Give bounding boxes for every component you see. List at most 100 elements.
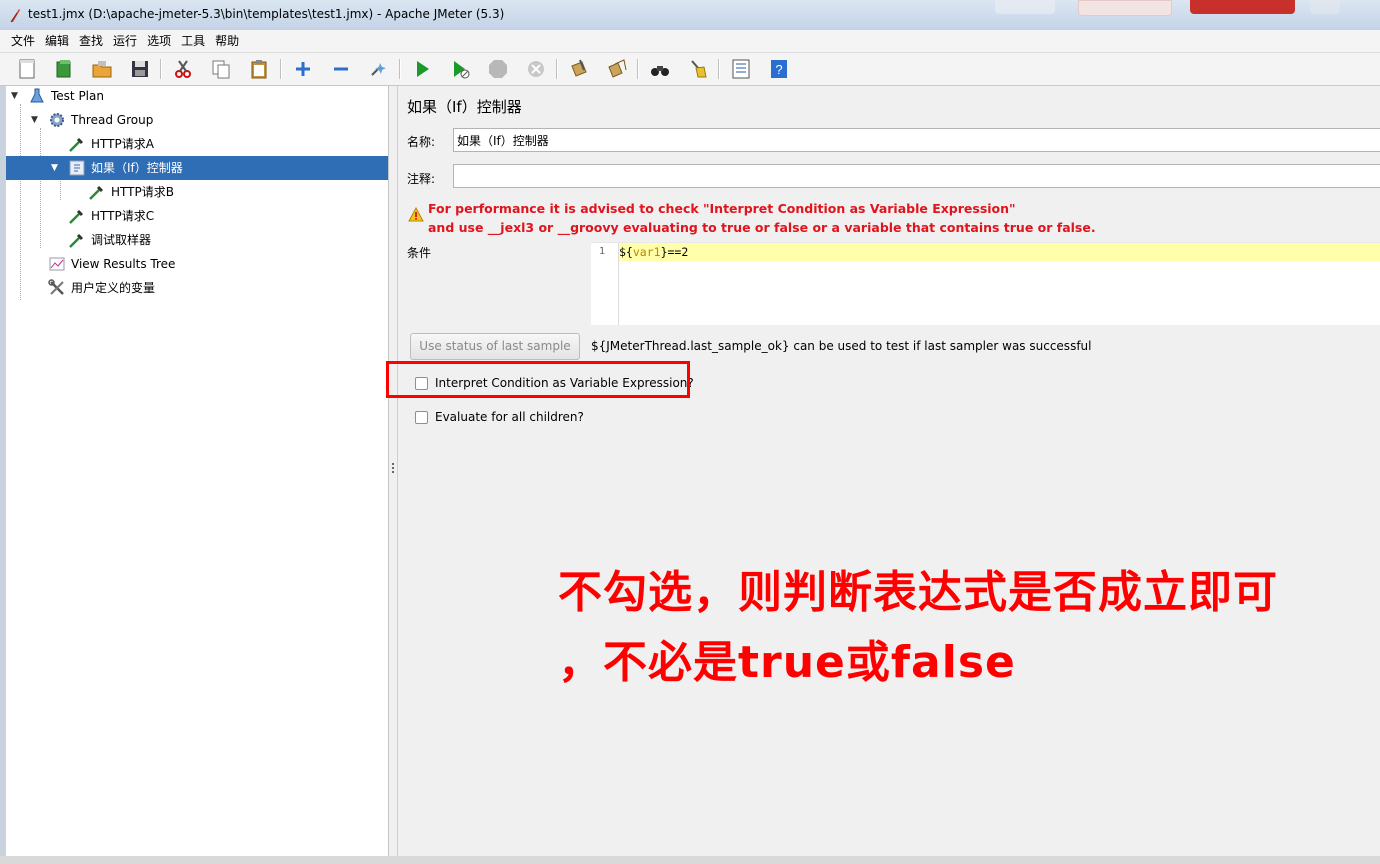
tree-node-http-a[interactable]: HTTP请求A	[6, 132, 388, 156]
new-file-icon	[19, 59, 35, 79]
performance-warning: For performance it is advised to check "…	[428, 199, 1096, 237]
templates-icon	[56, 60, 71, 78]
reset-broom-icon	[691, 60, 707, 78]
tree-node-test-plan[interactable]: ▼ Test Plan	[6, 84, 388, 108]
open-button[interactable]	[89, 56, 115, 82]
tree-node-debug-sampler[interactable]: 调试取样器	[6, 228, 388, 252]
play-no-timer-icon	[454, 61, 470, 79]
tree-node-label: View Results Tree	[71, 257, 176, 271]
menu-file[interactable]: 文件	[0, 30, 40, 52]
paste-button[interactable]	[246, 56, 272, 82]
help-button[interactable]: ?	[766, 56, 792, 82]
search-button[interactable]	[647, 56, 673, 82]
tree-node-http-c[interactable]: HTTP请求C	[6, 204, 388, 228]
window-control-blur	[1078, 0, 1172, 16]
line-number: 1	[599, 246, 606, 257]
current-line-highlight	[619, 243, 1380, 261]
plus-icon	[296, 62, 310, 76]
tree-node-label: HTTP请求A	[91, 137, 154, 151]
name-field[interactable]	[453, 128, 1380, 152]
new-button[interactable]	[14, 56, 40, 82]
comment-field[interactable]	[453, 164, 1380, 188]
tree-node-view-results-tree[interactable]: View Results Tree	[6, 252, 388, 276]
tree-node-if-controller[interactable]: ▼ 如果（If）控制器	[6, 156, 388, 180]
expanded-arrow-icon: ▼	[31, 115, 38, 125]
condition-editor[interactable]: 1 ${var1}==2	[591, 242, 1380, 325]
panel-title: 如果（If）控制器	[407, 98, 522, 116]
collapse-button[interactable]	[328, 56, 354, 82]
menu-tools[interactable]: 工具	[176, 30, 210, 52]
expanded-arrow-icon: ▼	[11, 91, 18, 101]
menu-search[interactable]: 查找	[74, 30, 108, 52]
menu-options[interactable]: 选项	[142, 30, 176, 52]
start-button[interactable]	[409, 56, 435, 82]
svg-text:?: ?	[775, 62, 782, 77]
code-token: ==2	[667, 245, 689, 259]
tree-node-http-b[interactable]: HTTP请求B	[6, 180, 388, 204]
split-pane-divider[interactable]	[389, 86, 398, 856]
window-control-blur	[1310, 0, 1340, 14]
toolbar-separator	[399, 59, 401, 79]
tree-node-label: 用户定义的变量	[71, 281, 156, 295]
pipette-sampler-icon	[69, 209, 84, 224]
templates-button[interactable]	[51, 56, 77, 82]
toggle-button[interactable]	[366, 56, 392, 82]
if-controller-icon	[69, 160, 85, 176]
toolbar-separator	[280, 59, 282, 79]
clear-broom-icon	[571, 59, 587, 77]
wrench-screwdriver-icon	[48, 279, 64, 295]
paste-clipboard-icon	[251, 60, 267, 79]
toolbar-separator	[556, 59, 558, 79]
test-plan-tree: ▼ Test Plan ▼ Thread Group HTTP请求A ▼ 如果（…	[6, 86, 389, 856]
last-sample-hint: ${JMeterThread.last_sample_ok} can be us…	[591, 339, 1092, 353]
pipette-sampler-icon	[69, 137, 84, 152]
shutdown-button[interactable]	[523, 56, 549, 82]
menu-bar: 文件 编辑 查找 运行 选项 工具 帮助	[0, 30, 1380, 53]
tree-node-label: 调试取样器	[91, 233, 152, 247]
flask-icon	[30, 88, 44, 103]
expand-button[interactable]	[290, 56, 316, 82]
function-helper-button[interactable]	[728, 56, 754, 82]
tree-node-label: Test Plan	[51, 89, 104, 103]
stop-button[interactable]	[485, 56, 511, 82]
menu-run[interactable]: 运行	[108, 30, 142, 52]
clear-all-button[interactable]	[604, 56, 630, 82]
help-question-icon: ?	[771, 60, 787, 78]
copy-button[interactable]	[208, 56, 234, 82]
close-window-button[interactable]	[1190, 0, 1295, 14]
toolbar: ?	[0, 53, 1380, 86]
warning-icon	[408, 207, 424, 222]
save-button[interactable]	[127, 56, 153, 82]
name-label: 名称:	[407, 135, 436, 149]
play-icon	[417, 61, 429, 77]
tree-node-user-vars[interactable]: 用户定义的变量	[6, 276, 388, 300]
condition-code: ${var1}==2	[619, 245, 688, 259]
open-folder-icon	[92, 61, 112, 78]
toggle-wand-icon	[371, 63, 386, 76]
annotation-text-line1: 不勾选，则判断表达式是否成立即可	[558, 567, 1278, 618]
tree-node-label: HTTP请求C	[91, 209, 155, 223]
toolbar-separator	[160, 59, 162, 79]
tree-node-label: HTTP请求B	[111, 185, 174, 199]
clear-button[interactable]	[566, 56, 592, 82]
drag-handle-icon	[392, 463, 394, 475]
shutdown-icon	[528, 61, 544, 77]
use-status-last-sample-button[interactable]: Use status of last sample	[410, 333, 580, 360]
evaluate-all-children-checkbox[interactable]	[415, 411, 428, 424]
cut-button[interactable]	[170, 56, 196, 82]
code-token: }	[660, 245, 668, 259]
tree-node-thread-group[interactable]: ▼ Thread Group	[6, 108, 388, 132]
chart-listener-icon	[49, 257, 65, 271]
evaluate-all-children-label[interactable]: Evaluate for all children?	[435, 410, 584, 424]
title-bar: test1.jmx (D:\apache-jmeter-5.3\bin\temp…	[0, 0, 1380, 31]
list-icon	[732, 59, 750, 79]
start-no-pause-button[interactable]	[447, 56, 473, 82]
menu-edit[interactable]: 编辑	[40, 30, 74, 52]
toolbar-separator	[718, 59, 720, 79]
menu-help[interactable]: 帮助	[210, 30, 244, 52]
pipette-sampler-icon	[69, 233, 84, 248]
if-controller-panel: 如果（If）控制器 名称: 注释: For performance it is …	[398, 86, 1380, 856]
window-control-blur	[995, 0, 1055, 14]
expanded-arrow-icon: ▼	[51, 163, 58, 173]
reset-search-button[interactable]	[685, 56, 711, 82]
